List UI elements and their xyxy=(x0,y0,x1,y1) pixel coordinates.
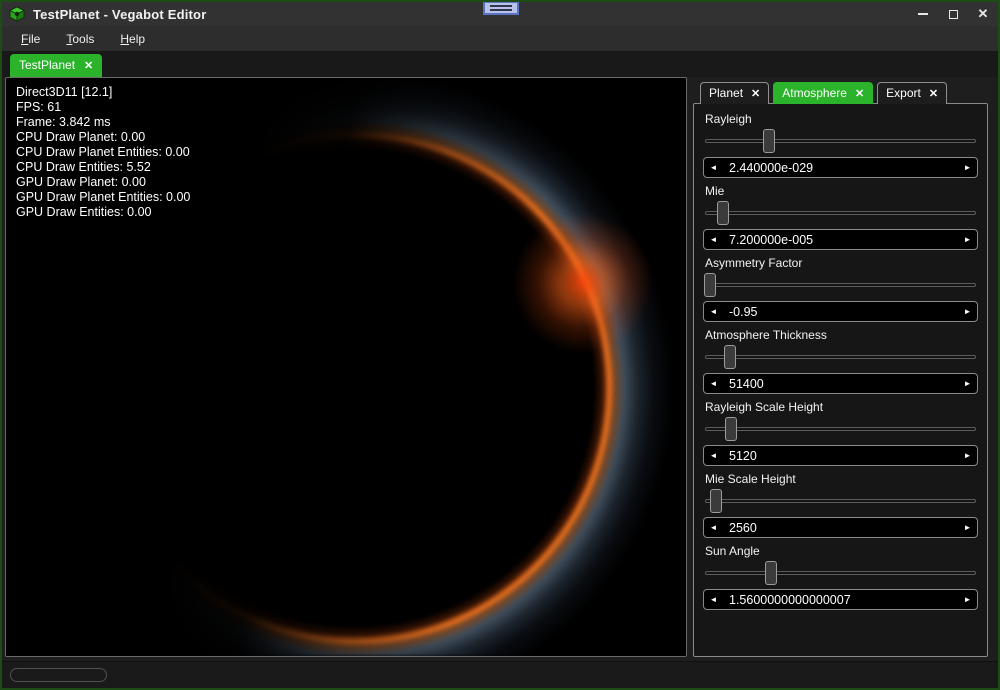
tab-testplanet[interactable]: TestPlanet ✕ xyxy=(10,54,102,77)
spinner-sun-angle: ◄1.5600000000000007► xyxy=(703,589,978,610)
slider-track[interactable] xyxy=(705,499,976,503)
slider-handle[interactable] xyxy=(710,489,722,513)
slider-sun-angle[interactable] xyxy=(705,561,976,585)
stat-line: FPS: 61 xyxy=(16,100,190,115)
inspector-tab-label: Planet xyxy=(709,86,743,100)
spinner-increment-icon[interactable]: ► xyxy=(958,590,977,609)
slider-handle[interactable] xyxy=(704,273,716,297)
menu-item-help[interactable]: Help xyxy=(110,28,155,50)
param-label-rayleigh-scale-height: Rayleigh Scale Height xyxy=(705,400,978,415)
spinner-value-sun-angle[interactable]: 1.5600000000000007 xyxy=(723,590,958,609)
slider-asymmetry-factor[interactable] xyxy=(705,273,976,297)
param-label-mie-scale-height: Mie Scale Height xyxy=(705,472,978,487)
app-logo-icon xyxy=(9,6,25,22)
spinner-mie-scale-height: ◄2560► xyxy=(703,517,978,538)
close-button[interactable]: ✕ xyxy=(968,2,998,26)
stat-line: GPU Draw Planet Entities: 0.00 xyxy=(16,190,190,205)
app-window: TestPlanet - Vegabot Editor ✕ File Tools H… xyxy=(0,0,1000,690)
slider-mie[interactable] xyxy=(705,201,976,225)
spinner-value-mie[interactable]: 7.200000e-005 xyxy=(723,230,958,249)
stat-line: CPU Draw Planet Entities: 0.00 xyxy=(16,145,190,160)
document-tab-strip: TestPlanet ✕ xyxy=(2,51,998,77)
spinner-mie: ◄7.200000e-005► xyxy=(703,229,978,250)
tab-label: TestPlanet xyxy=(19,58,75,72)
menu-item-tools[interactable]: Tools xyxy=(56,28,104,50)
minimize-button[interactable] xyxy=(908,2,938,26)
stat-line: Direct3D11 [12.1] xyxy=(16,85,190,100)
spinner-decrement-icon[interactable]: ◄ xyxy=(704,302,723,321)
spinner-value-atmosphere-thickness[interactable]: 51400 xyxy=(723,374,958,393)
spinner-decrement-icon[interactable]: ◄ xyxy=(704,374,723,393)
spinner-decrement-icon[interactable]: ◄ xyxy=(704,518,723,537)
inspector-tab-label: Atmosphere xyxy=(782,86,847,100)
param-label-sun-angle: Sun Angle xyxy=(705,544,978,559)
spinner-decrement-icon[interactable]: ◄ xyxy=(704,158,723,177)
status-bar xyxy=(2,661,998,688)
spinner-increment-icon[interactable]: ► xyxy=(958,374,977,393)
spinner-decrement-icon[interactable]: ◄ xyxy=(704,590,723,609)
stat-line: CPU Draw Planet: 0.00 xyxy=(16,130,190,145)
progress-bar-empty xyxy=(10,668,107,682)
slider-rayleigh[interactable] xyxy=(705,129,976,153)
slider-track[interactable] xyxy=(705,427,976,431)
inspector-tab-planet[interactable]: Planet ✕ xyxy=(700,82,769,104)
slider-track[interactable] xyxy=(705,355,976,359)
inspector-tab-export[interactable]: Export ✕ xyxy=(877,82,947,104)
slider-track[interactable] xyxy=(705,283,976,287)
spinner-value-mie-scale-height[interactable]: 2560 xyxy=(723,518,958,537)
spinner-increment-icon[interactable]: ► xyxy=(958,446,977,465)
planet-viewport[interactable]: Direct3D11 [12.1]FPS: 61Frame: 3.842 msC… xyxy=(5,77,687,657)
spinner-atmosphere-thickness: ◄51400► xyxy=(703,373,978,394)
stat-line: CPU Draw Entities: 5.52 xyxy=(16,160,190,175)
window-controls: ✕ xyxy=(908,2,998,26)
window-title: TestPlanet - Vegabot Editor xyxy=(33,7,206,22)
maximize-button[interactable] xyxy=(938,2,968,26)
param-label-atmosphere-thickness: Atmosphere Thickness xyxy=(705,328,978,343)
spinner-value-asymmetry-factor[interactable]: -0.95 xyxy=(723,302,958,321)
spinner-value-rayleigh[interactable]: 2.440000e-029 xyxy=(723,158,958,177)
slider-track[interactable] xyxy=(705,571,976,575)
tab-close-icon[interactable]: ✕ xyxy=(84,59,93,72)
slider-atmosphere-thickness[interactable] xyxy=(705,345,976,369)
param-label-rayleigh: Rayleigh xyxy=(705,112,978,127)
slider-handle[interactable] xyxy=(763,129,775,153)
inspector-panel: Planet✕Atmosphere✕Export✕ Rayleigh◄2.440… xyxy=(693,77,988,657)
dock-hint-overlay xyxy=(483,2,519,15)
slider-rayleigh-scale-height[interactable] xyxy=(705,417,976,441)
spinner-decrement-icon[interactable]: ◄ xyxy=(704,230,723,249)
menu-item-file[interactable]: File xyxy=(11,28,50,50)
main-area: Direct3D11 [12.1]FPS: 61Frame: 3.842 msC… xyxy=(2,77,998,661)
spinner-asymmetry-factor: ◄-0.95► xyxy=(703,301,978,322)
tab-close-icon[interactable]: ✕ xyxy=(855,87,864,100)
spinner-rayleigh-scale-height: ◄5120► xyxy=(703,445,978,466)
stat-line: GPU Draw Planet: 0.00 xyxy=(16,175,190,190)
spinner-increment-icon[interactable]: ► xyxy=(958,230,977,249)
inspector-tab-label: Export xyxy=(886,86,921,100)
stat-line: Frame: 3.842 ms xyxy=(16,115,190,130)
param-label-asymmetry-factor: Asymmetry Factor xyxy=(705,256,978,271)
tab-close-icon[interactable]: ✕ xyxy=(751,87,760,100)
slider-handle[interactable] xyxy=(765,561,777,585)
slider-handle[interactable] xyxy=(724,345,736,369)
inspector-content: Rayleigh◄2.440000e-029►Mie◄7.200000e-005… xyxy=(693,103,988,657)
menu-bar: File Tools Help xyxy=(2,26,998,51)
stat-line: GPU Draw Entities: 0.00 xyxy=(16,205,190,220)
inspector-tab-strip: Planet ✕ Atmosphere ✕ Export ✕ xyxy=(693,77,988,104)
spinner-value-rayleigh-scale-height[interactable]: 5120 xyxy=(723,446,958,465)
spinner-increment-icon[interactable]: ► xyxy=(958,158,977,177)
spinner-increment-icon[interactable]: ► xyxy=(958,518,977,537)
spinner-increment-icon[interactable]: ► xyxy=(958,302,977,321)
slider-handle[interactable] xyxy=(725,417,737,441)
tab-close-icon[interactable]: ✕ xyxy=(929,87,938,100)
slider-mie-scale-height[interactable] xyxy=(705,489,976,513)
spinner-decrement-icon[interactable]: ◄ xyxy=(704,446,723,465)
inspector-tab-atmosphere[interactable]: Atmosphere ✕ xyxy=(773,82,873,104)
slider-handle[interactable] xyxy=(717,201,729,225)
debug-stats-overlay: Direct3D11 [12.1]FPS: 61Frame: 3.842 msC… xyxy=(16,85,190,220)
slider-track[interactable] xyxy=(705,139,976,143)
slider-track[interactable] xyxy=(705,211,976,215)
spinner-rayleigh: ◄2.440000e-029► xyxy=(703,157,978,178)
param-label-mie: Mie xyxy=(705,184,978,199)
